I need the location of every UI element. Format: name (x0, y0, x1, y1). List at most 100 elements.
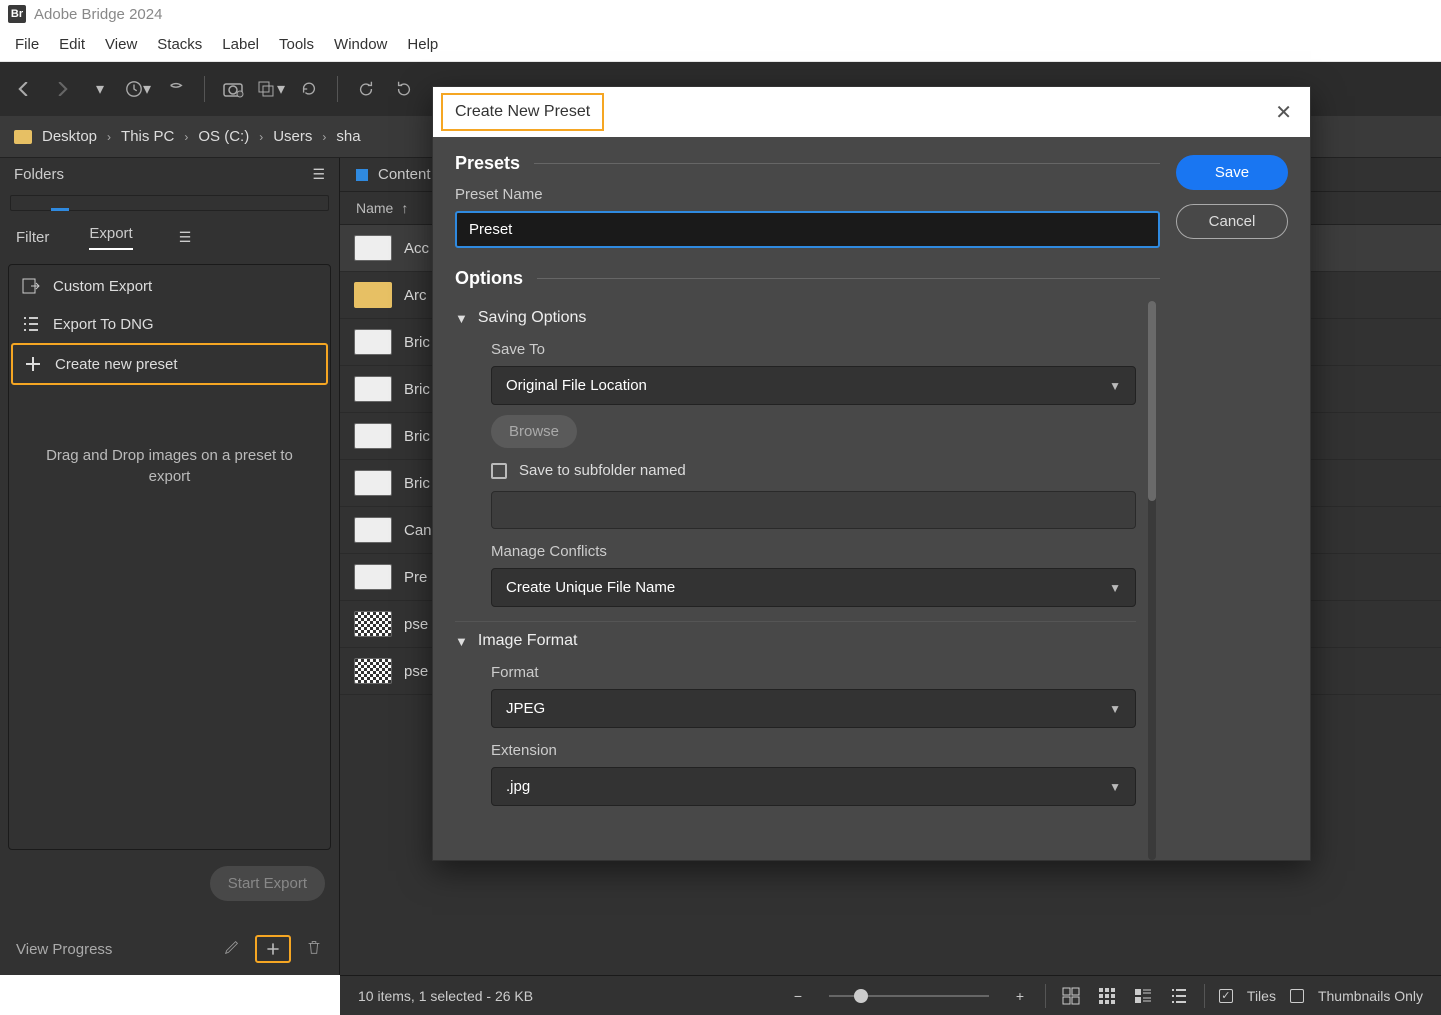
menu-help[interactable]: Help (398, 32, 447, 57)
chevron-right-icon: › (107, 130, 111, 144)
subfolder-name-input[interactable] (491, 491, 1136, 529)
create-preset-dialog: Create New Preset ✕ Presets Preset Name … (432, 86, 1311, 861)
preset-name-input[interactable] (455, 211, 1160, 248)
breadcrumb-item[interactable]: Desktop (42, 128, 97, 145)
zoom-slider[interactable] (829, 995, 989, 997)
menu-edit[interactable]: Edit (50, 32, 94, 57)
breadcrumb-item[interactable]: OS (C:) (198, 128, 249, 145)
options-section-header: Options (455, 268, 1160, 289)
file-name: Bric (404, 334, 430, 351)
sort-asc-icon: ↑ (401, 200, 408, 216)
content-tab-marker-icon (356, 169, 368, 181)
chevron-down-icon: ▼ (455, 311, 468, 326)
save-button[interactable]: Save (1176, 155, 1288, 190)
drop-hint: Drag and Drop images on a preset to expo… (11, 385, 328, 487)
panel-menu-icon[interactable]: ☰ (179, 229, 192, 246)
file-name: Acc (404, 240, 429, 257)
create-new-preset[interactable]: Create new preset (11, 343, 328, 385)
nav-dropdown-icon[interactable]: ▾ (86, 75, 114, 103)
close-icon[interactable]: ✕ (1265, 96, 1302, 129)
menu-view[interactable]: View (96, 32, 146, 57)
view-progress-link[interactable]: View Progress (16, 941, 112, 958)
chevron-right-icon: › (322, 130, 326, 144)
preset-name-label: Preset Name (455, 186, 1160, 203)
breadcrumb-item[interactable]: This PC (121, 128, 174, 145)
saving-options-header[interactable]: ▼ Saving Options (455, 309, 1136, 327)
divider (1045, 984, 1046, 1008)
add-preset-button[interactable] (255, 935, 291, 963)
file-name: pse (404, 616, 428, 633)
conflicts-label: Manage Conflicts (491, 543, 1136, 560)
options-scrollbar[interactable] (1148, 301, 1156, 860)
export-item-dng[interactable]: Export To DNG (11, 305, 328, 343)
thumbnails-checkbox[interactable] (1290, 989, 1304, 1003)
refresh-icon[interactable] (295, 75, 323, 103)
file-name: Arc (404, 287, 427, 304)
edit-preset-icon[interactable] (223, 938, 241, 960)
boomerang-icon[interactable] (162, 75, 190, 103)
window-titlebar: Br Adobe Bridge 2024 (0, 0, 1441, 28)
breadcrumb-item[interactable]: sha (336, 128, 360, 145)
menu-window[interactable]: Window (325, 32, 396, 57)
toolbar-divider (337, 76, 338, 102)
divider (1204, 984, 1205, 1008)
batch-icon[interactable]: ▾ (257, 75, 285, 103)
extension-select[interactable]: .jpg ▼ (491, 767, 1136, 806)
panel-menu-icon[interactable]: ☰ (312, 166, 325, 183)
history-icon[interactable]: ▾ (124, 75, 152, 103)
tab-export[interactable]: Export (89, 225, 132, 250)
left-panel: Folders ☰ Filter Export ☰ Custom Export … (0, 158, 340, 975)
view-grid-small-icon[interactable] (1096, 985, 1118, 1007)
save-to-select[interactable]: Original File Location ▼ (491, 366, 1136, 405)
conflicts-select[interactable]: Create Unique File Name ▼ (491, 568, 1136, 607)
file-thumbnail-icon (354, 564, 392, 590)
format-select[interactable]: JPEG ▼ (491, 689, 1136, 728)
folders-panel-header[interactable]: Folders ☰ (0, 158, 339, 191)
browse-button[interactable]: Browse (491, 415, 577, 448)
rotate-ccw-icon[interactable] (352, 75, 380, 103)
format-label: Format (491, 664, 1136, 681)
subfolder-checkbox[interactable] (491, 463, 507, 479)
file-name: pse (404, 663, 428, 680)
breadcrumb-item[interactable]: Users (273, 128, 312, 145)
tiles-checkbox[interactable] (1219, 989, 1233, 1003)
view-list-icon[interactable] (1168, 985, 1190, 1007)
chevron-down-icon: ▼ (455, 634, 468, 649)
rotate-cw-icon[interactable] (390, 75, 418, 103)
file-thumbnail-icon (354, 376, 392, 402)
file-thumbnail-icon (354, 611, 392, 637)
nav-forward-icon[interactable] (48, 75, 76, 103)
menubar: File Edit View Stacks Label Tools Window… (0, 28, 1441, 62)
view-grid-large-icon[interactable] (1060, 985, 1082, 1007)
file-thumbnail-icon (354, 329, 392, 355)
delete-preset-icon[interactable] (305, 938, 323, 960)
tab-filter[interactable]: Filter (16, 229, 49, 246)
view-details-icon[interactable] (1132, 985, 1154, 1007)
file-thumbnail-icon (354, 517, 392, 543)
file-name: Bric (404, 475, 430, 492)
zoom-out-icon[interactable]: − (787, 985, 809, 1007)
format-value: JPEG (506, 700, 545, 717)
export-panel: Custom Export Export To DNG Create new p… (8, 264, 331, 850)
start-export-button[interactable]: Start Export (210, 866, 325, 901)
menu-file[interactable]: File (6, 32, 48, 57)
saving-options-label: Saving Options (478, 309, 587, 327)
chevron-down-icon: ▼ (1109, 581, 1121, 595)
zoom-handle-icon[interactable] (854, 989, 868, 1003)
presets-section-header: Presets (455, 153, 1160, 174)
cancel-button[interactable]: Cancel (1176, 204, 1288, 239)
menu-stacks[interactable]: Stacks (148, 32, 211, 57)
scrollbar-thumb[interactable] (1148, 301, 1156, 501)
tiles-label: Tiles (1247, 988, 1276, 1004)
menu-label[interactable]: Label (213, 32, 268, 57)
status-bar: 10 items, 1 selected - 26 KB − + Tiles T… (340, 975, 1441, 1015)
export-item-label: Custom Export (53, 278, 152, 295)
list-icon (21, 314, 41, 334)
zoom-in-icon[interactable]: + (1009, 985, 1031, 1007)
nav-back-icon[interactable] (10, 75, 38, 103)
get-photos-icon[interactable] (219, 75, 247, 103)
export-item-custom[interactable]: Custom Export (11, 267, 328, 305)
dialog-titlebar: Create New Preset ✕ (433, 87, 1310, 137)
menu-tools[interactable]: Tools (270, 32, 323, 57)
image-format-header[interactable]: ▼ Image Format (455, 632, 1136, 650)
